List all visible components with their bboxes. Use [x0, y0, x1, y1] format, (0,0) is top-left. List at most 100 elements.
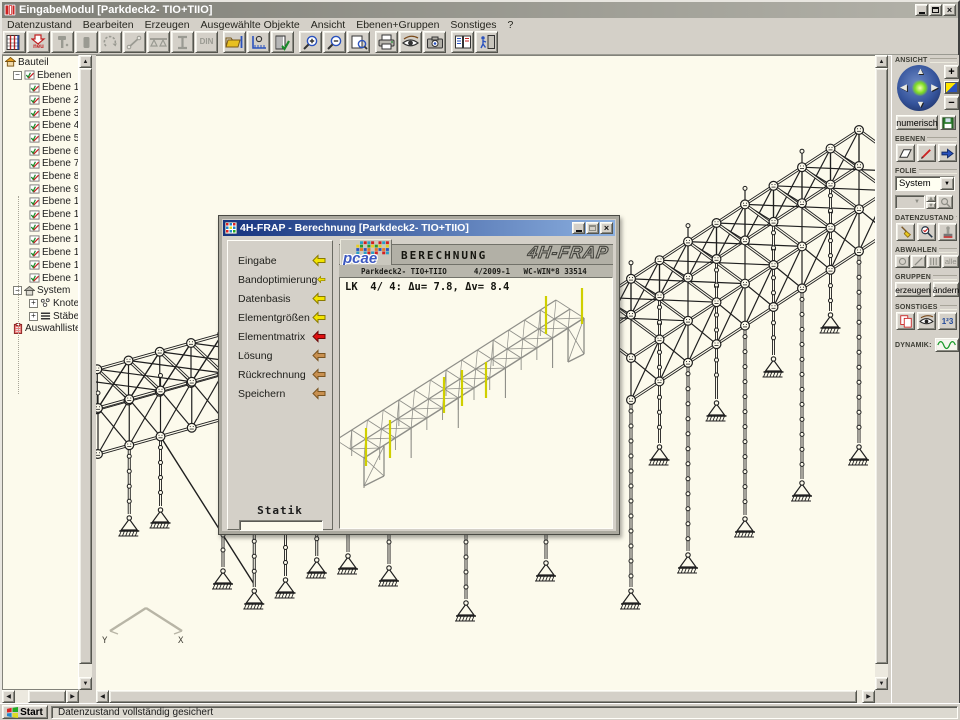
shading-toggle-button[interactable] — [944, 81, 959, 94]
dialog-step-r-ckrechnung[interactable]: Rückrechnung — [228, 365, 332, 384]
tree-item-ebene-15[interactable]: Ebene 15 — [3, 259, 78, 272]
dynamics-button[interactable] — [935, 338, 959, 352]
zoom-in-button[interactable]: + — [944, 65, 959, 79]
open-folder-button[interactable] — [223, 31, 246, 53]
database-check-button[interactable] — [271, 31, 294, 53]
numerisch-button[interactable]: numerisch — [896, 115, 938, 130]
tree-scroll-down-icon[interactable]: ▼ — [79, 677, 92, 690]
expand-icon[interactable]: + — [29, 299, 38, 308]
tree-scroll-up-icon[interactable]: ▲ — [79, 55, 92, 68]
zoom-in-button[interactable] — [299, 31, 322, 53]
stamp-datastate-button[interactable] — [938, 223, 957, 241]
next-plane-button[interactable] — [938, 144, 957, 162]
tree-scroll-left-icon[interactable]: ◀ — [2, 690, 15, 703]
tree-item-ebene-1[interactable]: Ebene 1 — [3, 81, 78, 94]
dialog-step-datenbasis[interactable]: Datenbasis — [228, 289, 332, 308]
tree-hscroll-thumb[interactable] — [28, 690, 66, 703]
tree-hscrollbar[interactable]: ◀ ▶ — [2, 690, 79, 703]
menu-item-5[interactable]: Ebenen+Gruppen — [356, 19, 439, 31]
zoom-out-button[interactable]: − — [944, 96, 959, 110]
tree-item-knoten[interactable]: +Knoten — [3, 297, 78, 310]
tree-item-ebene-4[interactable]: Ebene 4 — [3, 119, 78, 132]
tree-item-ebene-10[interactable]: Ebene 10 — [3, 196, 78, 209]
rotate-left-icon[interactable]: ◀ — [900, 83, 907, 92]
canvas-scroll-down-icon[interactable]: ▼ — [875, 677, 888, 690]
start-button[interactable]: Start — [2, 705, 48, 719]
main-titlebar[interactable]: EingabeModul [Parkdeck2- TIO+TIIO] × — [2, 2, 958, 18]
check-datastate-button[interactable] — [917, 223, 936, 241]
tree-item-ebene-13[interactable]: Ebene 13 — [3, 234, 78, 247]
edit-plane-button[interactable] — [917, 144, 936, 162]
tree-item-ebene-3[interactable]: Ebene 3 — [3, 107, 78, 120]
folie-dropdown-icon[interactable]: ▼ — [940, 177, 954, 190]
berechnung-dialog[interactable]: 4H-FRAP - Berechnung [Parkdeck2- TIO+TII… — [218, 215, 620, 535]
tree-item-ebene-8[interactable]: Ebene 8 — [3, 170, 78, 183]
tree-item-ebenen[interactable]: −Ebenen — [3, 69, 78, 82]
tree-item-ebene-16[interactable]: Ebene 16 — [3, 272, 78, 285]
save-view-button[interactable] — [940, 115, 956, 130]
plane-view-button[interactable] — [896, 144, 915, 162]
canvas-scroll-up-icon[interactable]: ▲ — [875, 55, 888, 68]
menu-item-6[interactable]: Sonstiges — [450, 19, 496, 31]
canvas-scroll-right-icon[interactable]: ▶ — [862, 690, 875, 703]
dialog-step-bandoptimierung[interactable]: Bandoptimierung — [228, 270, 332, 289]
menu-item-7[interactable]: ? — [508, 19, 514, 31]
tree-item-ebene-12[interactable]: Ebene 12 — [3, 221, 78, 234]
collapse-icon[interactable]: − — [13, 71, 22, 80]
tree-item-system[interactable]: −System — [3, 284, 78, 297]
exit-module-button[interactable] — [475, 31, 498, 53]
menu-item-4[interactable]: Ansicht — [311, 19, 345, 31]
canvas-vscroll-thumb[interactable] — [875, 68, 888, 664]
menu-item-2[interactable]: Erzeugen — [145, 19, 190, 31]
print-button[interactable] — [375, 31, 398, 53]
rotate-up-icon[interactable]: ▲ — [916, 67, 925, 76]
dialog-close-button[interactable]: × — [600, 222, 613, 234]
dialog-titlebar[interactable]: 4H-FRAP - Berechnung [Parkdeck2- TIO+TII… — [223, 220, 615, 236]
zoom-window-button[interactable] — [347, 31, 370, 53]
tree-item-ebene-2[interactable]: Ebene 2 — [3, 94, 78, 107]
tree-item-ebene-11[interactable]: Ebene 11 — [3, 208, 78, 221]
view-rotate-pad[interactable]: ▲ ▼ ◀ ▶ — [897, 65, 941, 111]
dialog-step-elementgr-en[interactable]: Elementgrößen — [228, 308, 332, 327]
module-table-button[interactable] — [3, 31, 26, 53]
canvas-vscrollbar[interactable]: ▲ ▼ — [875, 55, 888, 690]
dimension-view-button[interactable] — [247, 31, 270, 53]
snapshot-button[interactable] — [423, 31, 446, 53]
dialog-step-eingabe[interactable]: Eingabe — [228, 251, 332, 270]
rotate-right-icon[interactable]: ▶ — [931, 83, 938, 92]
minimize-button[interactable] — [915, 4, 928, 16]
canvas-hscrollbar[interactable]: ◀ ▶ — [96, 690, 875, 703]
display-options-button[interactable] — [917, 312, 936, 330]
tree-item-ebene-7[interactable]: Ebene 7 — [3, 158, 78, 171]
tree-item-ebene-6[interactable]: Ebene 6 — [3, 145, 78, 158]
visualisation-button[interactable] — [399, 31, 422, 53]
tree-scroll-right-icon[interactable]: ▶ — [66, 690, 79, 703]
tree-item-ebene-14[interactable]: Ebene 14 — [3, 246, 78, 259]
clean-datastate-button[interactable] — [896, 223, 915, 241]
change-group-button[interactable]: ändern — [933, 282, 959, 297]
tree-item-bauteil[interactable]: Bauteil — [3, 56, 78, 69]
menu-item-0[interactable]: Datenzustand — [7, 19, 72, 31]
tree-item-auswahlliste[interactable]: Auswahlliste — [3, 322, 78, 335]
dialog-step-speichern[interactable]: Speichern — [228, 384, 332, 403]
numbering-button[interactable]: 1²3 — [938, 312, 957, 330]
tree-vscrollbar[interactable]: ▲ ▼ — [79, 55, 92, 690]
zoom-out-button[interactable] — [323, 31, 346, 53]
expand-icon[interactable]: + — [29, 312, 38, 321]
copy-objects-button[interactable] — [896, 312, 915, 330]
canvas-hscroll-thumb[interactable] — [109, 690, 857, 703]
create-group-button[interactable]: erzeugen — [895, 282, 931, 297]
rotate-down-icon[interactable]: ▼ — [916, 100, 925, 109]
maximize-button[interactable] — [929, 4, 942, 16]
tree-item-st-be[interactable]: +Stäbe — [3, 310, 78, 323]
dialog-step-l-sung[interactable]: Lösung — [228, 346, 332, 365]
dialog-step-elementmatrix[interactable]: Elementmatrix — [228, 327, 332, 346]
tree-item-ebene-9[interactable]: Ebene 9 — [3, 183, 78, 196]
new-datastate-button[interactable]: neu — [27, 31, 50, 53]
folie-select[interactable]: System ▼ — [895, 176, 955, 191]
dialog-minimize-button[interactable] — [572, 222, 585, 234]
menu-item-1[interactable]: Bearbeiten — [83, 19, 134, 31]
tree-vscroll-thumb[interactable] — [79, 68, 92, 664]
canvas-scroll-left-icon[interactable]: ◀ — [96, 690, 109, 703]
menu-item-3[interactable]: Ausgewählte Objekte — [201, 19, 300, 31]
